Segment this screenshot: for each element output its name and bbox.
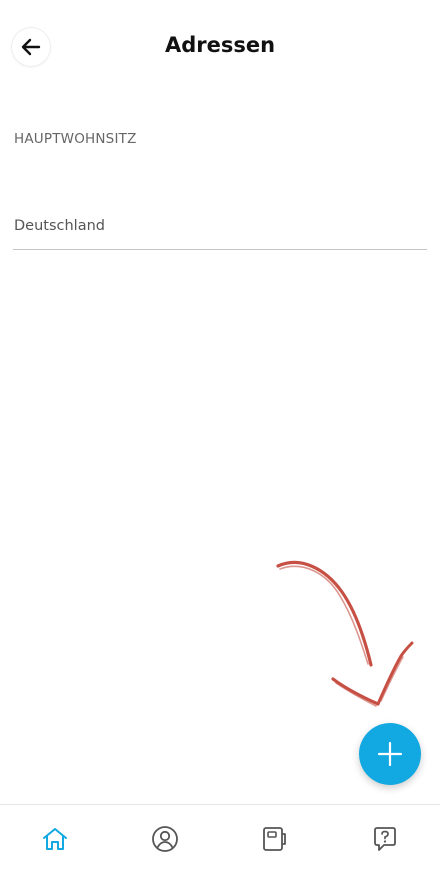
nav-profile[interactable] — [110, 805, 220, 880]
add-address-button[interactable] — [359, 723, 421, 785]
country-value: Deutschland — [14, 218, 105, 234]
nav-help[interactable] — [330, 805, 440, 880]
plus-icon — [377, 741, 403, 767]
nav-documents[interactable] — [220, 805, 330, 880]
bottom-navigation — [0, 804, 440, 880]
header: Adressen — [0, 0, 440, 96]
profile-icon — [152, 826, 178, 852]
documents-icon — [263, 827, 286, 851]
home-icon — [43, 828, 67, 850]
page-title: Adressen — [164, 33, 276, 57]
nav-home[interactable] — [0, 805, 110, 880]
country-field[interactable]: Deutschland — [13, 206, 427, 250]
help-icon — [374, 827, 396, 851]
section-label-main-residence: HAUPTWOHNSITZ — [14, 131, 137, 147]
